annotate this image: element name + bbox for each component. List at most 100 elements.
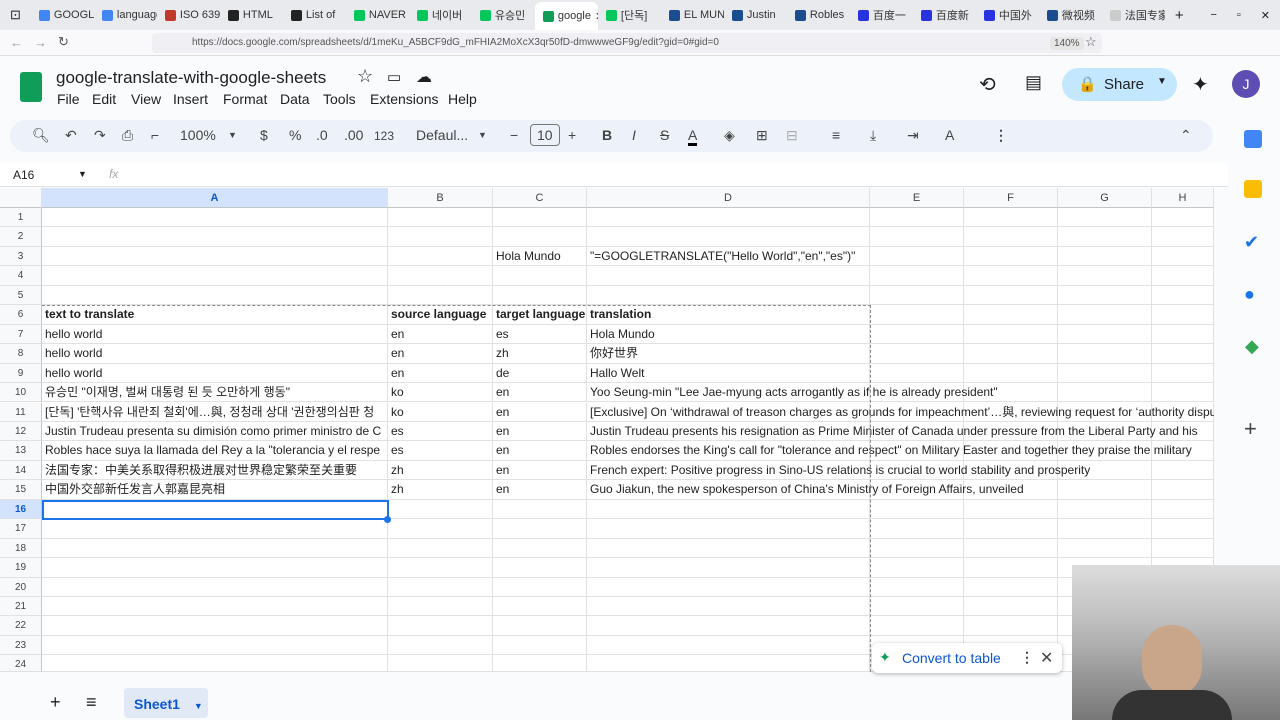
- cell-E2[interactable]: [870, 227, 964, 247]
- row-header[interactable]: 11: [0, 402, 42, 422]
- cell-F20[interactable]: [964, 577, 1058, 597]
- browser-tab[interactable]: 微视频: [1039, 3, 1102, 27]
- search-menus-icon[interactable]: 🔍︎: [32, 127, 50, 144]
- cell-B11[interactable]: ko: [388, 402, 493, 422]
- cell-F19[interactable]: [964, 558, 1058, 578]
- cell-D21[interactable]: [587, 597, 870, 617]
- cell-E3[interactable]: [870, 246, 964, 267]
- paint-format-icon[interactable]: ⌐: [151, 127, 159, 143]
- cell-D14[interactable]: French expert: Positive progress in Sino…: [587, 460, 1090, 481]
- row-header[interactable]: 23: [0, 635, 42, 656]
- cell-G5[interactable]: [1058, 285, 1152, 306]
- cell-C9[interactable]: de: [493, 363, 587, 384]
- cell-A5[interactable]: [42, 285, 388, 306]
- cell-D18[interactable]: [587, 538, 870, 559]
- cell-D22[interactable]: [587, 616, 870, 636]
- cell-A22[interactable]: [42, 616, 388, 636]
- cell-A19[interactable]: [42, 558, 388, 578]
- cell-C11[interactable]: en: [493, 402, 587, 422]
- cell-H7[interactable]: [1152, 324, 1214, 345]
- browser-tab[interactable]: List of: [283, 3, 346, 27]
- cell-C18[interactable]: [493, 538, 587, 559]
- menu-extensions[interactable]: Extensions: [370, 91, 438, 107]
- select-all-corner[interactable]: [0, 188, 42, 208]
- cell-B22[interactable]: [388, 616, 493, 636]
- font-size-increase-button[interactable]: +: [568, 127, 576, 143]
- cell-A2[interactable]: [42, 227, 388, 247]
- browser-tab[interactable]: 네이버: [409, 3, 472, 27]
- increase-decimal-button[interactable]: .00: [344, 127, 363, 143]
- cell-B17[interactable]: [388, 519, 493, 539]
- cell-A12[interactable]: Justin Trudeau presenta su dimisión como…: [42, 421, 388, 442]
- sheet-tab-sheet1[interactable]: Sheet1 ▼: [124, 688, 208, 718]
- row-header[interactable]: 21: [0, 597, 42, 617]
- menu-file[interactable]: File: [57, 91, 80, 107]
- move-folder-icon[interactable]: ▭: [387, 68, 401, 86]
- cell-H6[interactable]: [1152, 305, 1214, 325]
- cell-E22[interactable]: [870, 616, 964, 636]
- more-options-icon[interactable]: ⋮: [994, 127, 1008, 144]
- cell-C2[interactable]: [493, 227, 587, 247]
- cell-H14[interactable]: [1152, 460, 1214, 481]
- cloud-status-icon[interactable]: ☁: [416, 67, 432, 87]
- cell-B8[interactable]: en: [388, 344, 493, 364]
- cell-H5[interactable]: [1152, 285, 1214, 306]
- column-header-A[interactable]: A: [42, 188, 388, 208]
- cell-B4[interactable]: [388, 266, 493, 286]
- cell-C15[interactable]: en: [493, 480, 587, 500]
- cell-H8[interactable]: [1152, 344, 1214, 364]
- cell-G3[interactable]: [1058, 246, 1152, 267]
- cell-D1[interactable]: [587, 208, 870, 228]
- menu-tools[interactable]: Tools: [323, 91, 356, 107]
- cell-F8[interactable]: [964, 344, 1058, 364]
- cell-E4[interactable]: [870, 266, 964, 286]
- row-header[interactable]: 22: [0, 616, 42, 636]
- row-header[interactable]: 18: [0, 538, 42, 559]
- cell-A8[interactable]: hello world: [42, 344, 388, 364]
- cell-F1[interactable]: [964, 208, 1058, 228]
- chevron-down-icon[interactable]: ▼: [1157, 76, 1167, 87]
- cell-C22[interactable]: [493, 616, 587, 636]
- browser-tab[interactable]: HTML: [220, 3, 283, 27]
- cell-A23[interactable]: [42, 635, 388, 656]
- cell-D2[interactable]: [587, 227, 870, 247]
- version-history-icon[interactable]: ⟲: [979, 72, 996, 97]
- sheets-logo-icon[interactable]: [20, 72, 42, 102]
- spreadsheet-grid[interactable]: A B C D E F G H 1 2 3 Hola Mundo "=GOOGLETRANSLATE("…: [0, 188, 1214, 672]
- cell-D8[interactable]: 你好世界: [587, 344, 870, 364]
- cell-B10[interactable]: ko: [388, 383, 493, 403]
- cell-A11[interactable]: [단독] '탄핵사유 내란죄 철회'에…與, 정청래 상대 '권한쟁의심판 청: [42, 402, 388, 422]
- browser-tab[interactable]: google✕: [534, 2, 598, 30]
- menu-edit[interactable]: Edit: [92, 91, 116, 107]
- cell-C19[interactable]: [493, 558, 587, 578]
- cell-H4[interactable]: [1152, 266, 1214, 286]
- cell-G17[interactable]: [1058, 519, 1152, 539]
- zoom-badge[interactable]: 140%: [1050, 37, 1084, 50]
- formula-input[interactable]: [140, 168, 1220, 184]
- cell-C6[interactable]: target language: [493, 305, 587, 325]
- zoom-select[interactable]: 100%: [180, 127, 216, 143]
- text-wrap-icon[interactable]: ⇥: [907, 127, 919, 144]
- cell-D9[interactable]: Hallo Welt: [587, 363, 870, 384]
- row-header[interactable]: 5: [0, 285, 42, 306]
- cell-H16[interactable]: [1152, 499, 1214, 520]
- browser-tab[interactable]: Justin: [724, 3, 787, 27]
- row-header[interactable]: 8: [0, 344, 42, 364]
- cell-C16[interactable]: [493, 499, 587, 520]
- cell-C20[interactable]: [493, 577, 587, 597]
- cell-D6[interactable]: translation: [587, 305, 870, 325]
- row-header[interactable]: 16: [0, 499, 42, 520]
- cell-G7[interactable]: [1058, 324, 1152, 345]
- cell-B18[interactable]: [388, 538, 493, 559]
- text-color-button[interactable]: A: [688, 127, 698, 146]
- cell-B12[interactable]: es: [388, 421, 493, 442]
- tasks-icon[interactable]: ✔: [1244, 232, 1259, 253]
- cell-H18[interactable]: [1152, 538, 1214, 559]
- browser-tab[interactable]: EL MUNDO: [661, 3, 724, 27]
- browser-tab[interactable]: 法国专家:: [1102, 3, 1165, 27]
- column-header-C[interactable]: C: [493, 188, 587, 208]
- avatar[interactable]: J: [1232, 70, 1260, 98]
- new-tab-icon[interactable]: +: [1165, 7, 1194, 24]
- percent-button[interactable]: %: [289, 127, 301, 143]
- cell-A24[interactable]: [42, 655, 388, 672]
